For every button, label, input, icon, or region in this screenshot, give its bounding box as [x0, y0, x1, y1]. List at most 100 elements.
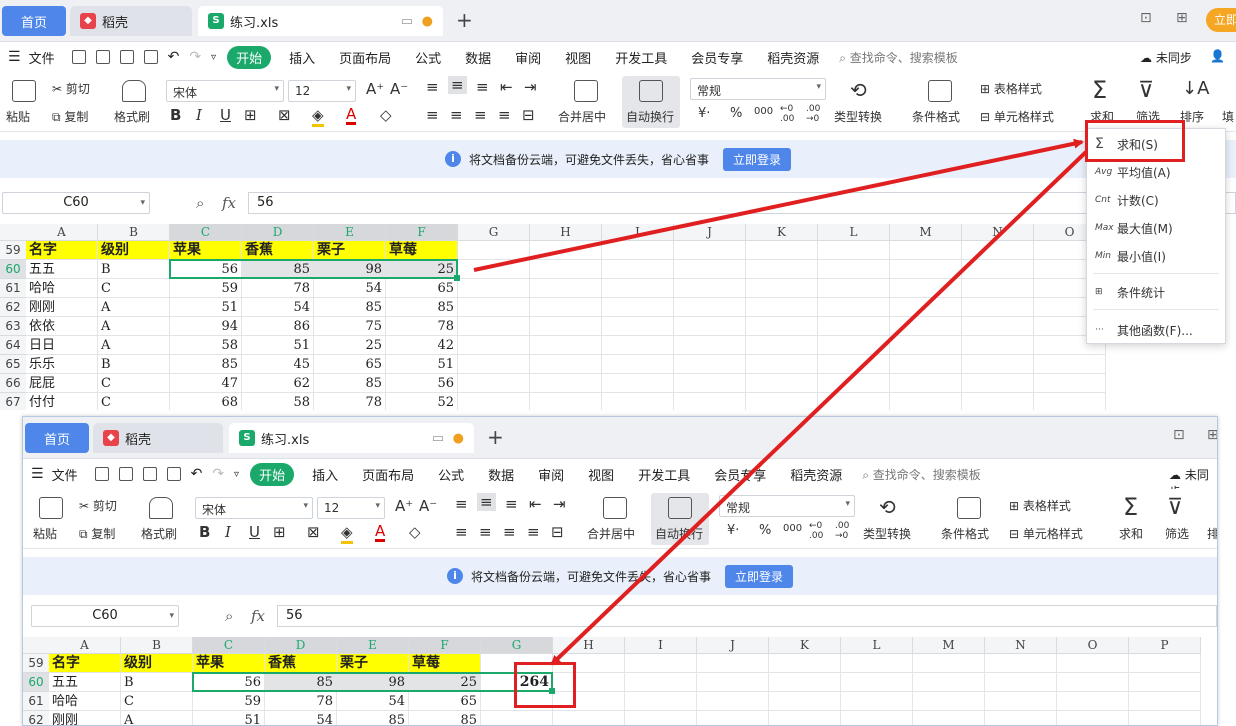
empty-cell-2[interactable]	[697, 692, 769, 711]
decrease-decimal-icon[interactable]: .00 →0	[806, 104, 820, 124]
align-right-icon[interactable]: ≡	[474, 106, 487, 124]
empty-cell[interactable]	[458, 374, 530, 393]
name-box[interactable]: C60	[2, 192, 150, 214]
italic-icon-2[interactable]: I	[225, 523, 231, 541]
paste-icon-2[interactable]	[39, 497, 63, 519]
name-box-2[interactable]: C60	[31, 605, 179, 627]
empty-cell-2[interactable]	[769, 692, 841, 711]
column-header-N-2[interactable]: N	[985, 637, 1057, 654]
empty-cell[interactable]	[1034, 393, 1106, 410]
clear-format-icon[interactable]: ◇	[380, 106, 392, 124]
indent-increase-icon[interactable]: ⇥	[524, 78, 537, 96]
fruit-value-cell[interactable]: 94	[170, 317, 242, 336]
fill-handle[interactable]	[454, 275, 460, 281]
align-left-icon[interactable]: ≡	[426, 106, 439, 124]
zoom-icon[interactable]: ⌕	[196, 194, 204, 212]
currency-icon[interactable]: ¥·	[698, 106, 710, 121]
name-cell[interactable]: 依依	[26, 317, 98, 336]
header-cell[interactable]: 苹果	[170, 241, 242, 260]
notice-login-button-2[interactable]: 立即登录	[725, 564, 794, 588]
column-header-E-2[interactable]: E	[337, 637, 409, 654]
type-convert-button-2[interactable]: 类型转换	[863, 525, 911, 542]
align-right-icon-2[interactable]: ≡	[503, 523, 516, 541]
empty-cell-2[interactable]	[841, 673, 913, 692]
fruit-value-cell-2[interactable]: 51	[193, 711, 265, 725]
cell-style-button-2[interactable]: ⊟ 单元格样式	[1009, 525, 1083, 542]
empty-cell[interactable]	[530, 317, 602, 336]
empty-cell-2[interactable]	[625, 692, 697, 711]
empty-cell[interactable]	[962, 260, 1034, 279]
paste-button[interactable]: 粘贴	[6, 108, 30, 125]
fruit-value-cell[interactable]: 85	[314, 374, 386, 393]
empty-cell-2[interactable]	[697, 654, 769, 673]
empty-cell[interactable]	[962, 393, 1034, 410]
empty-cell[interactable]	[818, 241, 890, 260]
paste-icon[interactable]	[12, 80, 36, 102]
sum-menu-item-6[interactable]: ··· 其他函数(F)...	[1087, 317, 1227, 343]
menu-developer[interactable]: 开发工具	[615, 48, 667, 67]
format-painter-button-2[interactable]: 格式刷	[141, 525, 177, 542]
merge-center-icon-2[interactable]	[603, 497, 627, 519]
print-icon[interactable]	[119, 50, 134, 64]
fruit-value-cell[interactable]: 47	[170, 374, 242, 393]
menu-page-layout-2[interactable]: 页面布局	[362, 465, 414, 484]
window-icon[interactable]: ▭	[401, 14, 413, 29]
fruit-value-cell-2[interactable]: 78	[265, 692, 337, 711]
row-header-60-2[interactable]: 60	[23, 673, 49, 692]
empty-cell[interactable]	[746, 241, 818, 260]
column-header-F-2[interactable]: F	[409, 637, 481, 654]
sum-menu-item-1[interactable]: Avg 平均值(A)	[1087, 159, 1227, 185]
fruit-value-cell[interactable]: 65	[314, 355, 386, 374]
fill-color-icon[interactable]: ◈	[312, 106, 324, 127]
align-middle-icon-2[interactable]: ≡	[477, 493, 496, 511]
fruit-value-cell-2[interactable]: 54	[337, 692, 409, 711]
font-increase-icon-2[interactable]: A⁺	[395, 497, 413, 515]
user-icon[interactable]: 👤	[1210, 49, 1225, 63]
empty-cell[interactable]	[746, 260, 818, 279]
empty-cell-2[interactable]	[1057, 654, 1129, 673]
fruit-value-cell[interactable]: 25	[314, 336, 386, 355]
align-bottom-icon[interactable]: ≡	[476, 78, 489, 96]
row-header-61-2[interactable]: 61	[23, 692, 49, 711]
name-cell[interactable]: 哈哈	[26, 279, 98, 298]
empty-cell[interactable]	[818, 374, 890, 393]
grid-apps-icon-2[interactable]: ⊞	[1207, 427, 1217, 443]
empty-cell-2[interactable]	[625, 654, 697, 673]
empty-cell[interactable]	[746, 317, 818, 336]
cond-format-button[interactable]: 条件格式	[912, 108, 960, 125]
empty-cell[interactable]	[674, 298, 746, 317]
row-header-62[interactable]: 62	[0, 298, 26, 317]
empty-cell[interactable]	[458, 336, 530, 355]
font-name-select-2[interactable]: 宋体	[195, 497, 313, 519]
new-tab-plus-icon-2[interactable]: +	[487, 425, 504, 449]
column-header-F[interactable]: F	[386, 224, 458, 241]
empty-cell[interactable]	[674, 355, 746, 374]
tab-file-2[interactable]: S 练习.xls ▭ ●	[229, 423, 474, 453]
empty-cell[interactable]	[602, 355, 674, 374]
column-header-H-2[interactable]: H	[553, 637, 625, 654]
cell-style-button[interactable]: ⊟ 单元格样式	[980, 108, 1054, 125]
tab-home[interactable]: 首页	[2, 6, 66, 36]
column-header-J[interactable]: J	[674, 224, 746, 241]
percent-icon[interactable]: %	[730, 106, 742, 121]
grid-apps-icon[interactable]: ⊞	[1176, 10, 1188, 26]
empty-cell-2[interactable]	[697, 711, 769, 725]
column-header-K-2[interactable]: K	[769, 637, 841, 654]
fruit-value-cell[interactable]: 78	[242, 279, 314, 298]
sort-icon[interactable]: ↓A	[1182, 78, 1209, 99]
fruit-value-cell[interactable]: 78	[314, 393, 386, 410]
empty-cell-2[interactable]	[913, 654, 985, 673]
formula-input-2[interactable]: 56	[277, 605, 1217, 627]
empty-cell-2[interactable]	[625, 711, 697, 725]
empty-cell[interactable]	[890, 374, 962, 393]
row-header-59-2[interactable]: 59	[23, 654, 49, 673]
name-cell[interactable]: 付付	[26, 393, 98, 410]
font-decrease-icon-2[interactable]: A⁻	[419, 497, 437, 515]
fx-icon-2[interactable]: fx	[251, 607, 265, 625]
menu-formula[interactable]: 公式	[415, 48, 441, 67]
fruit-value-cell[interactable]: 85	[170, 355, 242, 374]
sort-button-2[interactable]: 排序	[1207, 525, 1217, 542]
bold-icon-2[interactable]: B	[199, 523, 210, 541]
level-cell[interactable]: B	[98, 260, 170, 279]
thousands-icon[interactable]: 000	[754, 106, 773, 117]
